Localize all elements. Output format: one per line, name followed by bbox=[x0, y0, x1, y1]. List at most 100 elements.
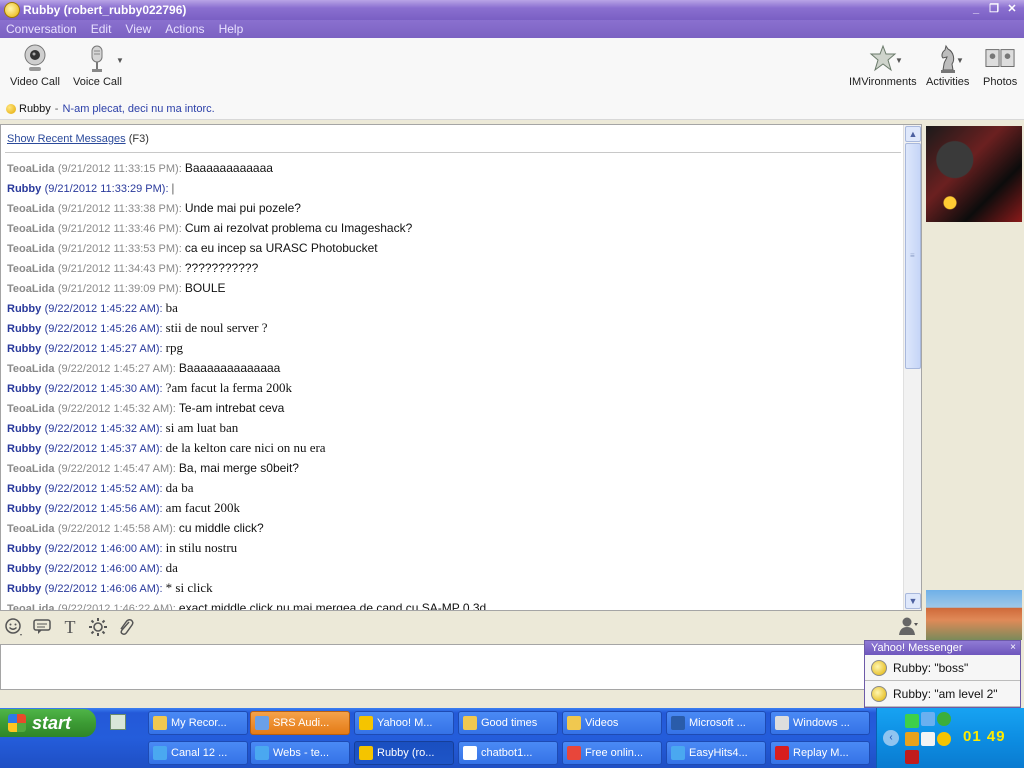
taskbar-button[interactable]: EasyHits4... bbox=[666, 741, 766, 765]
chat-message: Rubby (9/22/2012 1:45:32 AM): si am luat… bbox=[7, 420, 239, 435]
taskbar-button[interactable]: Yahoo! M... bbox=[354, 711, 454, 735]
message-sender[interactable]: Rubby bbox=[7, 483, 41, 495]
minimize-button[interactable]: _ bbox=[968, 2, 984, 17]
windows-app-icon bbox=[775, 716, 789, 730]
taskbar-button[interactable]: Windows ... bbox=[770, 711, 870, 735]
activities-button[interactable]: Activities bbox=[926, 42, 969, 88]
computers-icon[interactable] bbox=[921, 712, 935, 726]
menu-actions[interactable]: Actions bbox=[165, 22, 204, 36]
notification-item[interactable]: Rubby: "am level 2" bbox=[865, 681, 1020, 707]
notification-close-button[interactable]: × bbox=[1010, 641, 1016, 655]
chat-message: TeoaLida (9/21/2012 11:33:53 PM): ca eu … bbox=[7, 241, 378, 255]
mail-icon[interactable] bbox=[921, 732, 935, 746]
yahoo-tray-icon[interactable] bbox=[937, 732, 951, 746]
clock[interactable]: 01 49 bbox=[963, 728, 1006, 745]
paperclip-icon[interactable] bbox=[116, 617, 136, 637]
taskbar-button[interactable]: Good times bbox=[458, 711, 558, 735]
message-timestamp: (9/22/2012 1:46:00 AM) bbox=[44, 543, 160, 555]
chat-message: Rubby (9/22/2012 1:45:56 AM): am facut 2… bbox=[7, 500, 241, 515]
taskbar-button[interactable]: SRS Audi... bbox=[250, 711, 350, 735]
taskbar-button[interactable]: Microsoft ... bbox=[666, 711, 766, 735]
message-sender[interactable]: TeoaLida bbox=[7, 203, 54, 215]
chat-message: TeoaLida (9/21/2012 11:33:38 PM): Unde m… bbox=[7, 201, 301, 215]
message-text: in stilu nostru bbox=[165, 540, 238, 555]
message-sender[interactable]: Rubby bbox=[7, 423, 41, 435]
taskbar-button[interactable]: Webs - te... bbox=[250, 741, 350, 765]
video-call-button[interactable]: Video Call bbox=[10, 42, 60, 88]
message-sender[interactable]: Rubby bbox=[7, 323, 41, 335]
message-text: am facut 200k bbox=[165, 500, 241, 515]
audible-icon[interactable] bbox=[32, 617, 52, 637]
close-button[interactable]: ✕ bbox=[1004, 2, 1020, 17]
message-timestamp: (9/21/2012 11:33:46 PM) bbox=[57, 223, 179, 235]
msn-icon[interactable] bbox=[905, 732, 919, 746]
activities-dropdown-icon[interactable]: ▼ bbox=[956, 56, 964, 65]
menu-conversation[interactable]: Conversation bbox=[6, 22, 77, 36]
microphone-icon bbox=[82, 42, 112, 76]
chat-message: Rubby (9/22/2012 1:45:26 AM): stii de no… bbox=[7, 320, 268, 335]
bitdefender-icon[interactable] bbox=[905, 750, 919, 764]
taskbar-button[interactable]: My Recor... bbox=[148, 711, 248, 735]
contact-details-icon[interactable] bbox=[897, 616, 919, 636]
notification-popup[interactable]: Yahoo! Messenger × Rubby: "boss" Rubby: … bbox=[864, 640, 1021, 708]
maximize-button[interactable]: ❐ bbox=[986, 2, 1002, 17]
imvironments-button[interactable]: IMVironments bbox=[849, 42, 917, 88]
contact-name[interactable]: Rubby bbox=[19, 103, 51, 115]
contact-display-image[interactable] bbox=[926, 126, 1022, 222]
taskbar-button[interactable]: Replay M... bbox=[770, 741, 870, 765]
message-sender[interactable]: TeoaLida bbox=[7, 283, 54, 295]
message-sender[interactable]: Rubby bbox=[7, 503, 41, 515]
taskbar-button[interactable]: Rubby (ro... bbox=[354, 741, 454, 765]
message-sender[interactable]: TeoaLida bbox=[7, 163, 54, 175]
message-sender[interactable]: TeoaLida bbox=[7, 263, 54, 275]
message-sender[interactable]: TeoaLida bbox=[7, 523, 54, 535]
gear-icon[interactable] bbox=[88, 617, 108, 637]
taskbar-button[interactable]: Videos bbox=[562, 711, 662, 735]
conversation-pane[interactable]: Show Recent Messages (F3) TeoaLida (9/21… bbox=[0, 124, 922, 611]
message-timestamp: (9/22/2012 1:45:47 AM) bbox=[57, 463, 173, 475]
message-sender[interactable]: TeoaLida bbox=[7, 603, 54, 610]
scrollbar-thumb[interactable]: ≡ bbox=[905, 143, 921, 369]
utorrent-icon[interactable] bbox=[937, 712, 951, 726]
menu-edit[interactable]: Edit bbox=[91, 22, 112, 36]
show-desktop-icon[interactable] bbox=[110, 714, 126, 730]
message-sender[interactable]: Rubby bbox=[7, 383, 41, 395]
show-recent-messages-link[interactable]: Show Recent Messages bbox=[7, 133, 126, 145]
message-text: stii de noul server ? bbox=[165, 320, 268, 335]
message-sender[interactable]: Rubby bbox=[7, 183, 41, 195]
notification-item[interactable]: Rubby: "boss" bbox=[865, 655, 1020, 681]
photos-button[interactable]: Photos bbox=[983, 42, 1017, 88]
message-input[interactable] bbox=[0, 644, 866, 690]
taskbar-button[interactable]: chatbot1... bbox=[458, 741, 558, 765]
scroll-up-button[interactable]: ▲ bbox=[905, 126, 921, 142]
emoticon-icon[interactable] bbox=[4, 617, 24, 637]
message-sender[interactable]: TeoaLida bbox=[7, 223, 54, 235]
chat-message: Rubby (9/22/2012 1:45:37 AM): de la kelt… bbox=[7, 440, 326, 455]
message-sender[interactable]: Rubby bbox=[7, 563, 41, 575]
message-sender[interactable]: Rubby bbox=[7, 343, 41, 355]
start-button[interactable]: start bbox=[0, 709, 96, 737]
text-format-icon[interactable]: T bbox=[60, 617, 80, 637]
my-display-image[interactable] bbox=[926, 590, 1022, 640]
scroll-down-button[interactable]: ▼ bbox=[905, 593, 921, 609]
voice-call-dropdown-icon[interactable]: ▼ bbox=[116, 56, 124, 65]
message-sender[interactable]: Rubby bbox=[7, 303, 41, 315]
message-sender[interactable]: Rubby bbox=[7, 443, 41, 455]
chat-message: TeoaLida (9/22/2012 1:45:58 AM): cu midd… bbox=[7, 521, 264, 535]
menu-view[interactable]: View bbox=[125, 22, 151, 36]
taskbar-button[interactable]: Free onlin... bbox=[562, 741, 662, 765]
message-text: | bbox=[171, 180, 175, 195]
message-sender[interactable]: TeoaLida bbox=[7, 403, 54, 415]
voice-call-button[interactable]: Voice Call bbox=[73, 42, 122, 88]
message-sender[interactable]: TeoaLida bbox=[7, 243, 54, 255]
message-sender[interactable]: TeoaLida bbox=[7, 363, 54, 375]
chevron-left-icon[interactable]: ‹ bbox=[883, 730, 899, 746]
imvironments-dropdown-icon[interactable]: ▼ bbox=[895, 56, 903, 65]
message-sender[interactable]: Rubby bbox=[7, 543, 41, 555]
chat-scrollbar[interactable]: ▲ ≡ ▼ bbox=[903, 125, 921, 610]
menu-help[interactable]: Help bbox=[219, 22, 244, 36]
taskbar-button[interactable]: Canal 12 ... bbox=[148, 741, 248, 765]
message-sender[interactable]: Rubby bbox=[7, 583, 41, 595]
network-icon[interactable] bbox=[905, 714, 919, 728]
message-sender[interactable]: TeoaLida bbox=[7, 463, 54, 475]
